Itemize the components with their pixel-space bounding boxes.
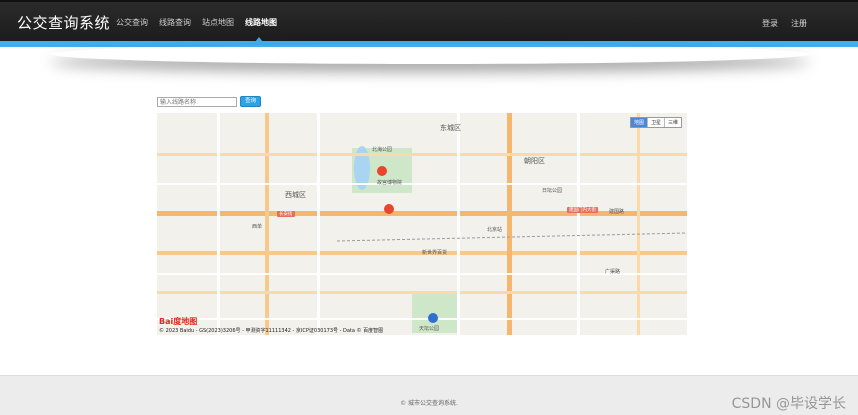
watermark: CSDN @毕设学长 xyxy=(731,396,846,412)
nav-bus-query[interactable]: 公交查询 xyxy=(116,17,148,28)
nav-line-map[interactable]: 线路地图 xyxy=(245,17,277,28)
navbar: 公交查询系统 公交查询 线路查询 站点地图 线路地图 登录 注册 xyxy=(0,0,858,42)
map-type-map[interactable]: 地图 xyxy=(630,118,647,127)
map-type-satellite[interactable]: 卫星 xyxy=(646,118,664,127)
road-label-changan: 长安街 xyxy=(277,211,295,217)
district-chaoyang: 朝阳区 xyxy=(524,157,545,165)
district-dongcheng: 东城区 xyxy=(440,124,461,132)
footer: © 城市公交查询系统. CSDN @毕设学长 xyxy=(0,375,858,415)
district-xicheng: 西城区 xyxy=(285,191,306,199)
map-type-3d[interactable]: 三维 xyxy=(663,118,681,127)
poi-xidan: 西单 xyxy=(252,224,263,230)
search-button[interactable]: 查询 xyxy=(240,96,261,107)
header-shadow xyxy=(50,44,810,64)
road-label-jianguomen: 建国门内大街 xyxy=(567,207,598,213)
nav-line-query[interactable]: 线路查询 xyxy=(159,17,191,28)
line-search-input[interactable] xyxy=(157,97,237,107)
poi-temple-of-heaven: 天坛公园 xyxy=(419,326,440,332)
login-link[interactable]: 登录 xyxy=(762,18,778,29)
baidu-map[interactable]: 地图 卫星 三维 东城区 西城区 朝阳区 故宫博物院 北海公园 北京站 天坛公园… xyxy=(157,113,687,335)
register-link[interactable]: 注册 xyxy=(791,18,807,29)
poi-beihai-park: 北海公园 xyxy=(372,147,393,153)
nav-station-map[interactable]: 站点地图 xyxy=(202,17,234,28)
poi-new-world: 新世界百货 xyxy=(422,250,448,256)
poi-ritan-park: 日坛公园 xyxy=(542,188,563,194)
road-guangqu: 广渠路 xyxy=(605,269,621,275)
map-copyright: © 2023 Baidu - GS(2023)3206号 - 甲测资字11111… xyxy=(159,328,384,334)
poi-palace-museum: 故宫博物院 xyxy=(377,180,403,186)
baidu-logo: Bai度地图 xyxy=(159,317,198,326)
map-roads xyxy=(157,113,687,335)
poi-beijing-station: 北京站 xyxy=(487,227,503,233)
footer-text: © 城市公交查询系统. xyxy=(400,400,458,407)
brand-title[interactable]: 公交查询系统 xyxy=(17,12,110,33)
road-jianguo: 建国路 xyxy=(609,209,625,215)
map-type-switch: 地图 卫星 三维 xyxy=(629,117,682,128)
